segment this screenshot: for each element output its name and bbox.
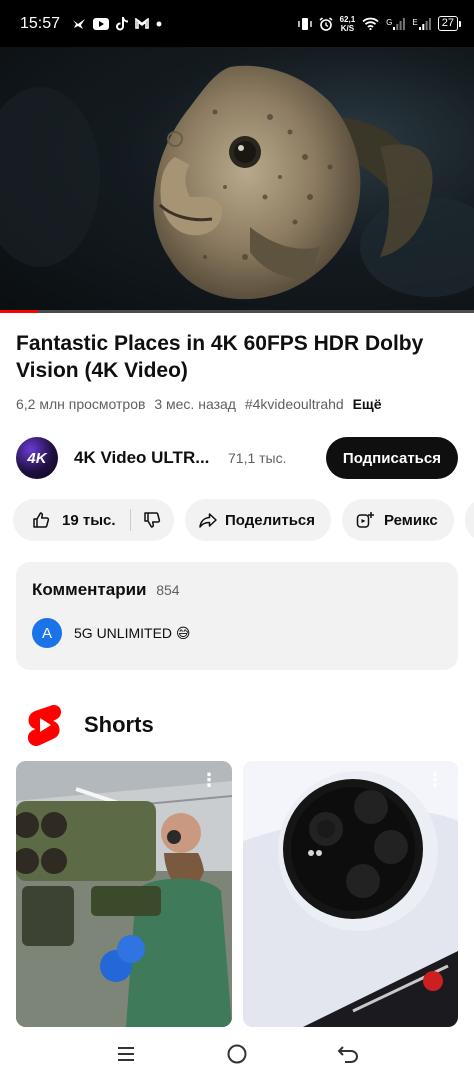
dot-notification-icon: [156, 21, 162, 26]
notification-icons: [72, 16, 162, 31]
shorts-title: Shorts: [84, 712, 154, 737]
video-title[interactable]: Fantastic Places in 4K 60FPS HDR Dolby V…: [16, 330, 461, 384]
network-speed-value: 62,1: [339, 14, 356, 24]
status-bar: 15:57 62,1 K/S G E 27: [0, 0, 474, 47]
remix-icon: [356, 512, 375, 528]
youtube-notification-icon: [93, 17, 110, 30]
back-button[interactable]: [328, 1034, 368, 1074]
share-arrow-icon: [199, 513, 217, 528]
network-speed-unit: K/S: [340, 23, 355, 33]
share-button[interactable]: Поделиться: [185, 499, 332, 541]
back-arrow-icon: [337, 1045, 359, 1063]
short-1-menu-icon[interactable]: ⋮: [200, 771, 218, 789]
signal-2-type: E: [412, 17, 418, 27]
thumbs-up-icon[interactable]: [32, 511, 50, 529]
more-description-link[interactable]: Ещё: [353, 396, 382, 412]
comments-count: 854: [156, 582, 180, 598]
video-meta[interactable]: 6,2 млн просмотров 3 мес. назад #4kvideo…: [16, 396, 387, 412]
short-1-thumbnail-image: [16, 761, 232, 1027]
top-comment[interactable]: A 5G UNLIMITED 😅: [32, 618, 191, 648]
commenter-avatar: A: [32, 618, 62, 648]
like-count[interactable]: 19 тыс.: [62, 512, 116, 529]
short-2-menu-icon[interactable]: ⋮: [426, 771, 444, 789]
video-player[interactable]: [0, 47, 474, 313]
channel-name[interactable]: 4K Video ULTR...: [74, 448, 214, 468]
short-card-1[interactable]: ⋮: [16, 761, 232, 1027]
like-divider: [129, 509, 131, 531]
short-card-2[interactable]: ⋮: [243, 761, 458, 1027]
signal-1-type: G: [386, 17, 393, 27]
comment-text: 5G UNLIMITED 😅: [74, 624, 191, 641]
network-speed: 62,1 K/S: [340, 15, 356, 33]
comments-title: Комментарии: [32, 580, 147, 599]
comments-heading: Комментарии 854: [32, 580, 180, 600]
tiktok-notification-icon: [116, 16, 129, 30]
channel-row: 4K 4K Video ULTR... 71,1 тыс. Подписатьс…: [16, 436, 458, 480]
system-navigation-bar: [0, 1027, 474, 1080]
signal-2: E: [412, 17, 431, 30]
remix-button[interactable]: Ремикс: [342, 499, 454, 541]
signal-1-icon: [393, 17, 406, 30]
signal-1: G: [386, 17, 406, 30]
share-label: Поделиться: [225, 511, 316, 529]
like-dislike-pill: 19 тыс.: [13, 499, 174, 541]
upload-age: 3 мес. назад: [154, 396, 236, 412]
dislike-button[interactable]: [143, 511, 161, 529]
remix-label: Ремикс: [384, 511, 438, 529]
bird-notification-icon: [73, 18, 86, 29]
battery-indicator: 27: [437, 16, 462, 31]
channel-avatar[interactable]: 4K: [16, 437, 58, 479]
wifi-icon: [362, 17, 379, 30]
more-actions-button[interactable]: [464, 499, 474, 541]
action-bar: 19 тыс. Поделиться Ремикс: [13, 499, 474, 541]
recent-apps-button[interactable]: [106, 1034, 146, 1074]
alarm-icon: [319, 16, 333, 31]
gmail-notification-icon: [135, 18, 149, 29]
status-time: 15:57: [20, 14, 61, 32]
hashtag-link[interactable]: #4kvideoultrahd: [245, 396, 344, 412]
comments-panel[interactable]: Комментарии 854 A 5G UNLIMITED 😅: [16, 562, 458, 670]
home-circle-icon: [227, 1044, 247, 1063]
home-button[interactable]: [217, 1034, 257, 1074]
system-status-icons: 62,1 K/S G E 27: [297, 15, 462, 33]
shorts-header: Shorts: [26, 704, 154, 746]
short-2-thumbnail-image: [243, 761, 458, 1027]
video-frame-fish-image: [0, 47, 474, 313]
vibrate-icon: [297, 17, 312, 30]
thumbs-down-icon: [143, 512, 160, 528]
view-count: 6,2 млн просмотров: [16, 396, 146, 412]
shorts-logo-icon: [27, 705, 61, 746]
signal-2-icon: [418, 17, 431, 30]
subscribe-button[interactable]: Подписаться: [325, 437, 458, 479]
menu-lines-icon: [117, 1046, 134, 1061]
subscriber-count: 71,1 тыс.: [228, 450, 287, 466]
